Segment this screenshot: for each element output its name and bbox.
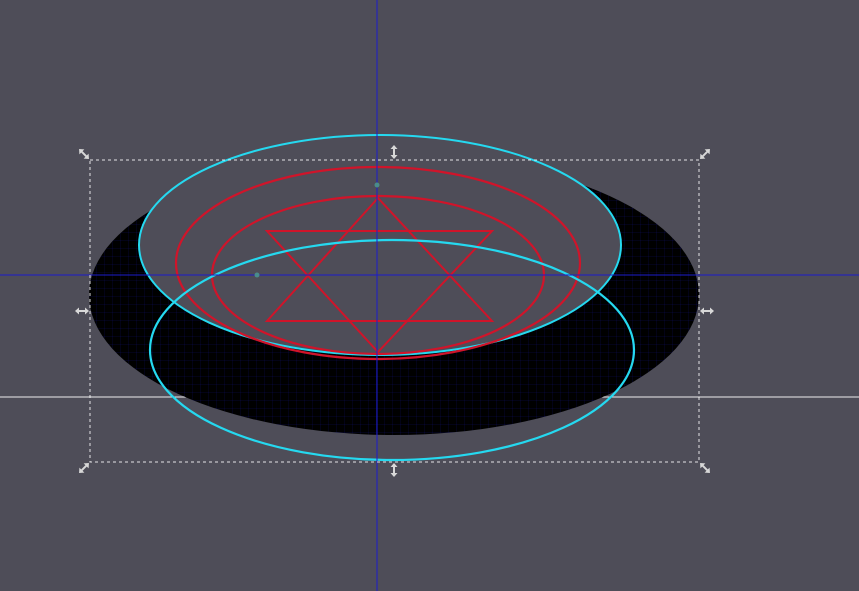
diagonal-double-arrow-icon[interactable] [77, 461, 92, 476]
diagonal-double-arrow-icon[interactable] [698, 147, 713, 162]
diagonal-double-arrow-icon[interactable] [698, 461, 713, 476]
canvas-svg[interactable] [0, 0, 859, 591]
drawing-canvas[interactable] [0, 0, 859, 591]
node-dot-icon[interactable] [374, 182, 380, 188]
vertical-double-arrow-icon[interactable] [390, 463, 398, 477]
node-dot-icon[interactable] [254, 272, 260, 278]
diagonal-double-arrow-icon[interactable] [77, 147, 92, 162]
horizontal-double-arrow-icon[interactable] [700, 307, 714, 315]
horizontal-double-arrow-icon[interactable] [75, 307, 89, 315]
